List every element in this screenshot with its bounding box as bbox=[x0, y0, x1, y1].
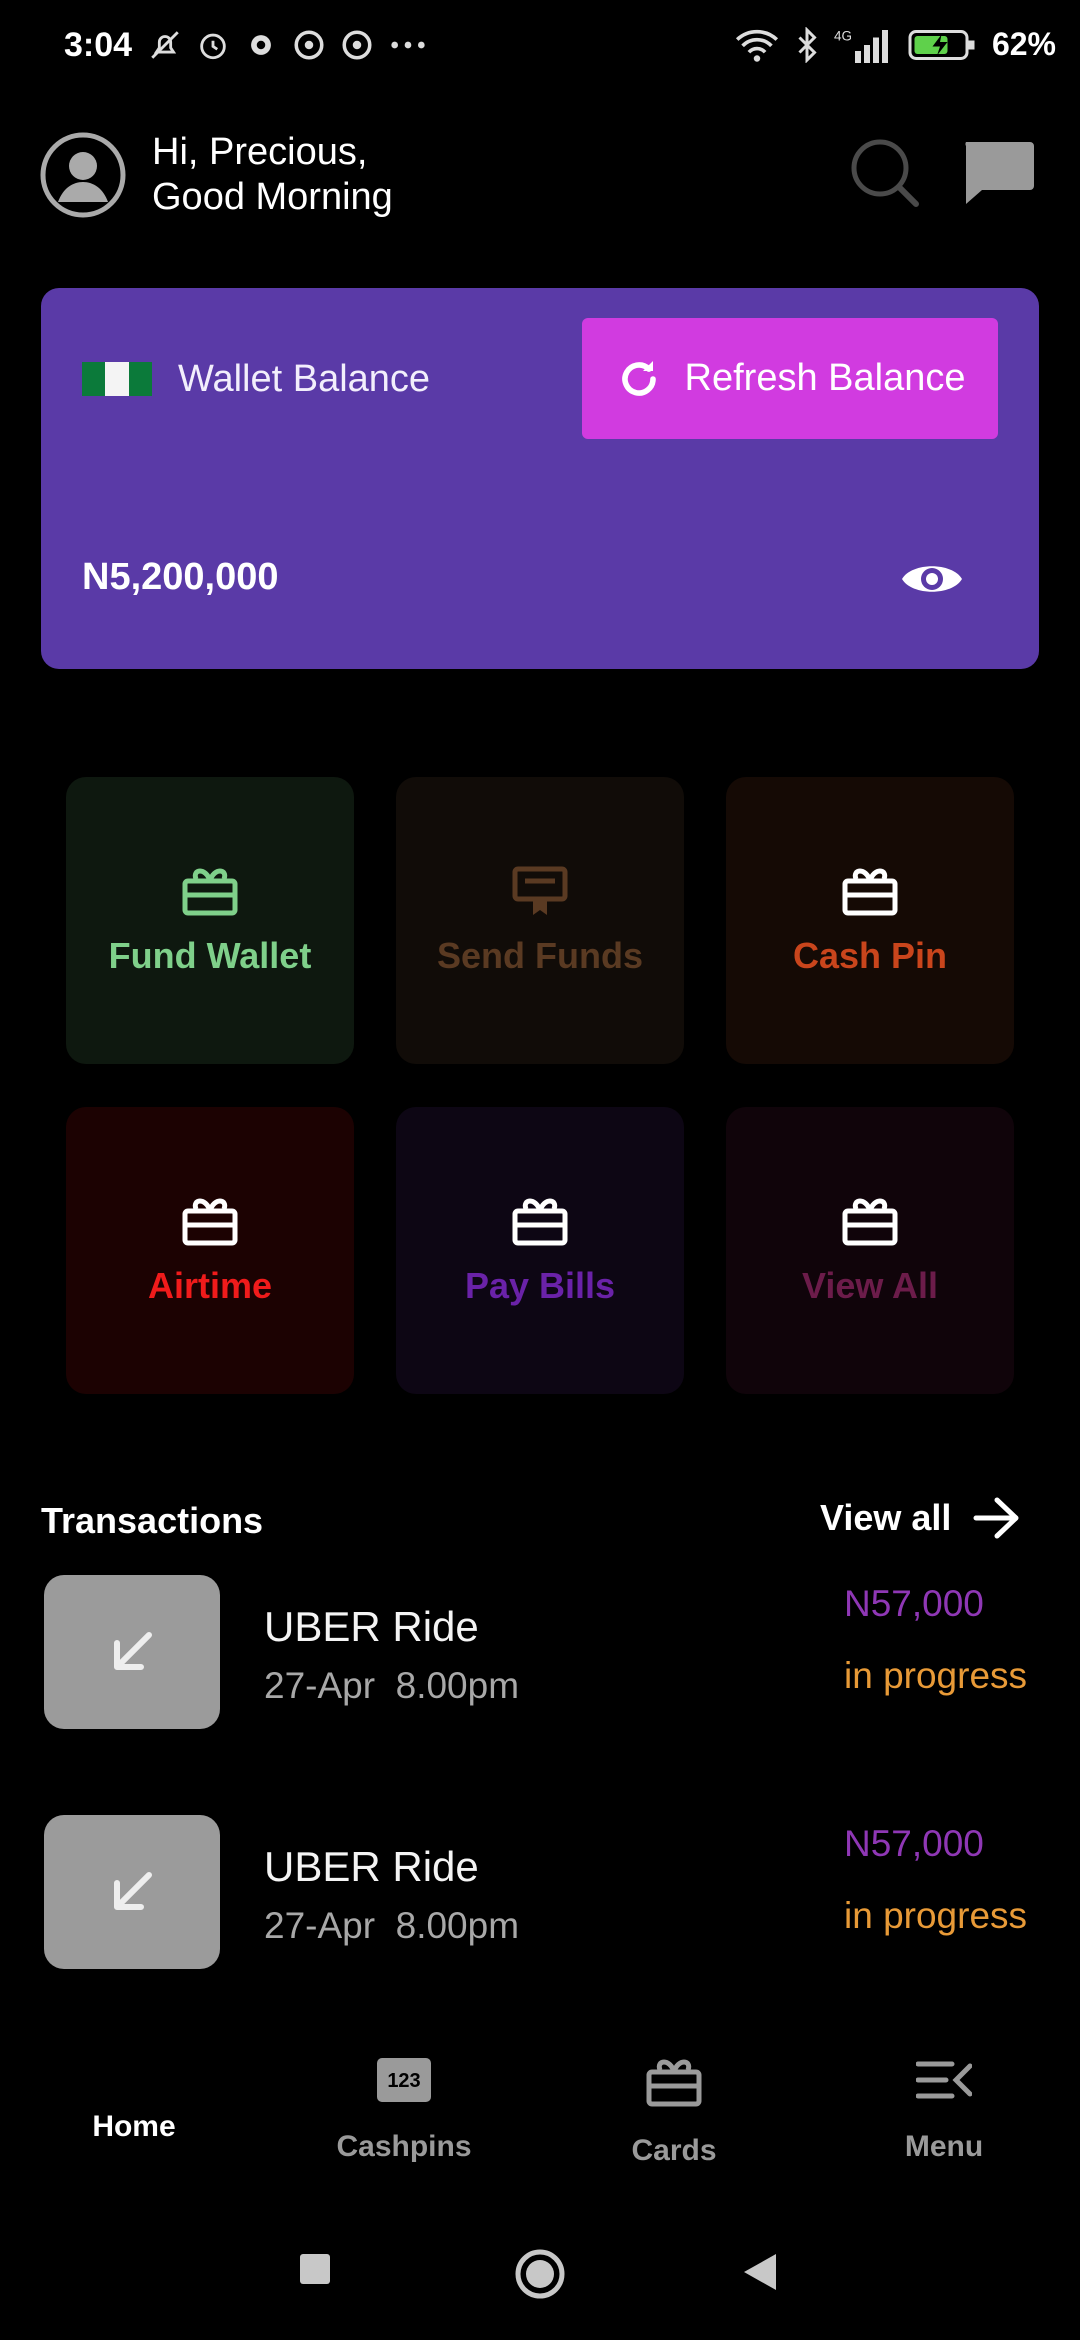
arrow-right-icon bbox=[973, 1497, 1019, 1539]
gift-icon bbox=[182, 1198, 238, 1245]
status-right-icons: 4G 62% bbox=[734, 26, 1056, 63]
transaction-amount: N57,000 bbox=[844, 1823, 984, 1864]
transaction-status: in progress bbox=[844, 1655, 1028, 1696]
more-icon bbox=[391, 41, 425, 49]
wallet-balance-amount: N5,200,000 bbox=[82, 556, 279, 598]
tile-label: Cash Pin bbox=[792, 934, 948, 976]
battery-percent: 62% bbox=[991, 26, 1056, 62]
tile-label: Pay Bills bbox=[464, 1264, 616, 1306]
wallet-balance-label: Wallet Balance bbox=[178, 358, 431, 400]
svg-text:123: 123 bbox=[387, 2070, 420, 2092]
nav-label: Home bbox=[92, 2110, 176, 2143]
cashpins-icon: 123 bbox=[377, 2058, 431, 2102]
nav-cashpins[interactable]: 123 Cashpins bbox=[304, 2056, 504, 2164]
search-icon[interactable] bbox=[848, 136, 920, 208]
home-button-icon[interactable] bbox=[514, 2248, 566, 2300]
sync-icon bbox=[294, 30, 324, 60]
mute-icon bbox=[151, 31, 179, 59]
status-left-icons bbox=[148, 28, 428, 62]
transactions-title: Transactions bbox=[41, 1500, 264, 1541]
gift-icon bbox=[842, 1198, 898, 1245]
gift-icon bbox=[842, 868, 898, 915]
transaction-datetime: 27-Apr 8.00pm bbox=[264, 1665, 520, 1706]
arrow-down-left-icon bbox=[114, 1872, 152, 1910]
send-funds-tile[interactable]: Send Funds bbox=[396, 777, 684, 1064]
nigeria-flag-icon bbox=[82, 362, 152, 396]
transaction-status: in progress bbox=[844, 1895, 1028, 1936]
pay-bills-tile[interactable]: Pay Bills bbox=[396, 1107, 684, 1394]
tile-label: View All bbox=[801, 1264, 939, 1306]
nav-label: Cashpins bbox=[336, 2130, 472, 2163]
gift-icon bbox=[512, 1198, 568, 1245]
fund-wallet-tile[interactable]: Fund Wallet bbox=[66, 777, 354, 1064]
transaction-amount: N57,000 bbox=[844, 1583, 984, 1624]
wifi-icon bbox=[735, 29, 778, 62]
tile-label: Send Funds bbox=[437, 934, 643, 976]
menu-icon bbox=[916, 2061, 972, 2099]
arrow-down-left-icon bbox=[114, 1632, 152, 1670]
view-all-label: View all bbox=[820, 1497, 952, 1538]
eye-icon[interactable] bbox=[900, 556, 964, 602]
settings-icon bbox=[251, 35, 271, 55]
view-all-link[interactable]: View all bbox=[820, 1496, 1021, 1540]
refresh-balance-label: Refresh Balance bbox=[684, 357, 966, 399]
transaction-row[interactable]: UBER Ride 27-Apr 8.00pm N57,000 in progr… bbox=[44, 1575, 1044, 1729]
svg-text:4G: 4G bbox=[834, 28, 852, 43]
back-button-icon[interactable] bbox=[742, 2252, 778, 2292]
battery-icon bbox=[908, 29, 975, 60]
nav-label: Menu bbox=[904, 2130, 984, 2163]
transaction-name: UBER Ride bbox=[264, 1603, 479, 1650]
greeting: Hi, Precious, Good Morning bbox=[152, 130, 393, 220]
avatar-icon[interactable] bbox=[40, 132, 126, 218]
sync-icon-2 bbox=[342, 30, 372, 60]
gift-icon bbox=[646, 2059, 702, 2107]
refresh-icon bbox=[621, 360, 656, 396]
refresh-balance-button[interactable]: Refresh Balance bbox=[582, 318, 998, 439]
alarm-icon bbox=[200, 33, 226, 60]
nav-label: Cards bbox=[631, 2134, 717, 2167]
gift-icon bbox=[182, 868, 238, 915]
chat-icon[interactable] bbox=[960, 140, 1036, 206]
tile-label: Airtime bbox=[147, 1264, 273, 1306]
certificate-icon bbox=[512, 866, 568, 915]
status-bar: 3:04 4G 62% bbox=[0, 0, 1080, 96]
recent-apps-icon[interactable] bbox=[298, 2252, 332, 2286]
airtime-tile[interactable]: Airtime bbox=[66, 1107, 354, 1394]
transaction-datetime: 27-Apr 8.00pm bbox=[264, 1905, 520, 1946]
greeting-line-2: Good Morning bbox=[152, 176, 393, 218]
cash-pin-tile[interactable]: Cash Pin bbox=[726, 777, 1014, 1064]
signal-icon: 4G bbox=[834, 28, 888, 63]
nav-home[interactable]: Home bbox=[34, 2110, 234, 2144]
nav-cards[interactable]: Cards bbox=[574, 2056, 774, 2168]
bluetooth-icon bbox=[798, 26, 817, 63]
view-all-tile[interactable]: View All bbox=[726, 1107, 1014, 1394]
transaction-thumbnail bbox=[44, 1575, 220, 1729]
greeting-line-1: Hi, Precious, bbox=[152, 131, 368, 173]
status-time: 3:04 bbox=[64, 26, 133, 64]
nav-menu[interactable]: Menu bbox=[844, 2056, 1044, 2164]
transaction-name: UBER Ride bbox=[264, 1843, 479, 1890]
transaction-row[interactable]: UBER Ride 27-Apr 8.00pm N57,000 in progr… bbox=[44, 1815, 1044, 1969]
transaction-thumbnail bbox=[44, 1815, 220, 1969]
tile-label: Fund Wallet bbox=[108, 934, 312, 976]
